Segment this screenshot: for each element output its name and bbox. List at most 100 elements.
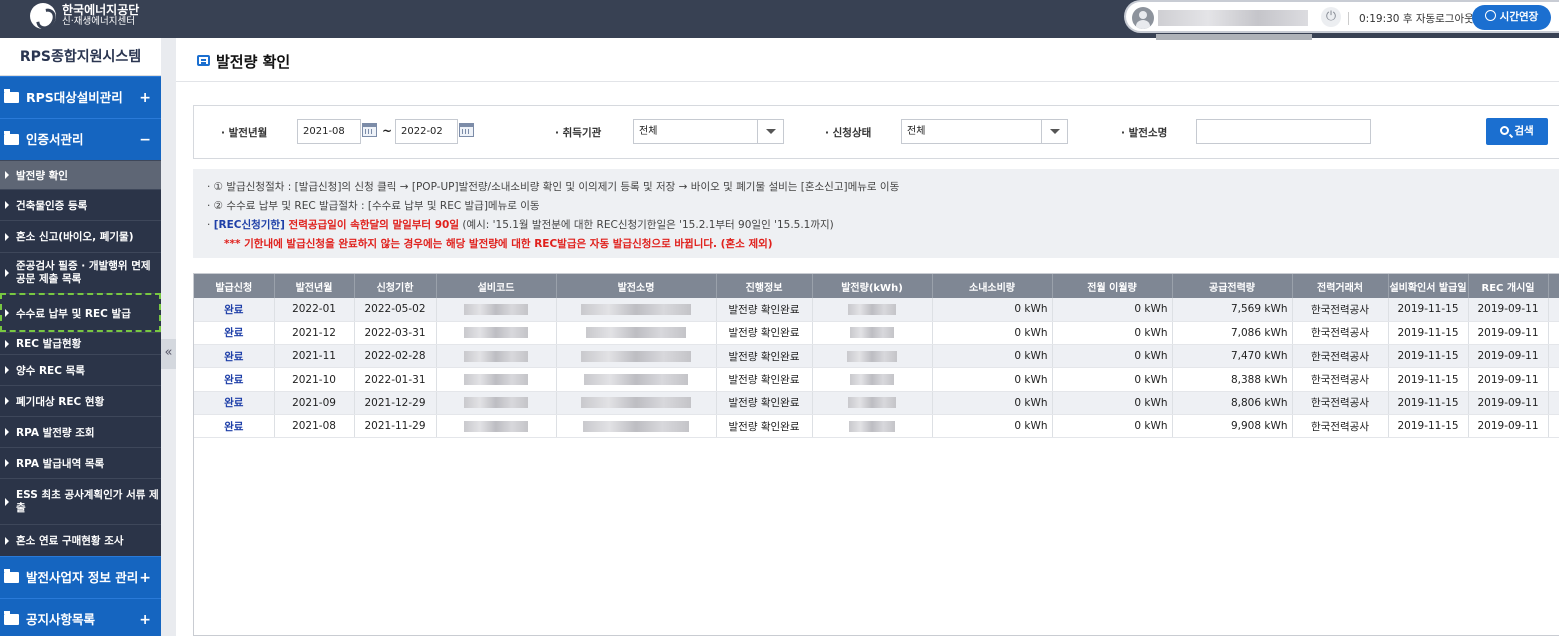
chevron-down-icon <box>757 120 783 143</box>
logout-power-icon[interactable]: ⏻ <box>1321 7 1341 27</box>
cell-gen-month: 2021-10 <box>274 367 355 392</box>
menu-rps-facility[interactable]: RPS대상설비관리 + <box>0 76 161 118</box>
arrow-right-icon <box>5 459 9 467</box>
org-label: · 취득기관 <box>555 127 602 139</box>
cell-generation-redacted <box>812 321 933 346</box>
extend-session-button[interactable]: 시간연장 <box>1472 5 1551 30</box>
cell-supply: 7,470 kWh <box>1172 344 1293 369</box>
cell-supply: 7,086 kWh <box>1172 321 1293 346</box>
expand-icon: + <box>139 570 151 586</box>
table-row: 완료 2021-09 2021-12-29 발전량 확인완료 0 kWh 0 kWh 8,8… <box>194 391 1559 415</box>
calendar-icon[interactable] <box>459 123 474 137</box>
sidebar-collapse-button[interactable]: « <box>161 339 176 369</box>
sidebar-item-fuel-purchase[interactable]: 혼소 연료 구매현황 조사 <box>0 524 161 556</box>
cell-carryover: 0 kWh <box>1052 367 1173 392</box>
search-button[interactable]: 검색 <box>1486 118 1548 145</box>
agency-logo-icon <box>30 3 56 29</box>
arrow-right-icon <box>5 397 9 405</box>
period-label: · 발전년월 <box>221 127 268 139</box>
cell-buyer: 한국전력공사 <box>1292 391 1389 415</box>
notice-line-3: · [REC신청기한] 전력공급일이 속한달의 말일부터 90일 (예시: '1… <box>207 219 834 231</box>
menu-certificate[interactable]: 인증서관리 − <box>0 118 161 160</box>
folder-icon <box>4 569 19 583</box>
sidebar-item-disposal-rec[interactable]: 폐기대상 REC 현황 <box>0 385 161 416</box>
cell-progress: 발전량 확인완료 <box>716 344 813 369</box>
col-header: 진행정보 <box>716 274 813 298</box>
col-header: 전월 이월량 <box>1052 274 1173 298</box>
status-select[interactable]: 전체 <box>901 119 1068 144</box>
org-select[interactable]: 전체 <box>633 119 784 144</box>
cell-rec-start: 2019-09-11 <box>1468 391 1549 415</box>
cell-buyer: 한국전력공사 <box>1292 367 1389 392</box>
cell-facility-code-redacted <box>436 298 557 322</box>
cell-deadline: 2021-11-29 <box>354 414 437 439</box>
cell-self-consumption: 0 kWh <box>932 344 1053 369</box>
sidebar-gutter <box>161 38 176 636</box>
cell-plant-name-redacted <box>556 298 717 322</box>
folder-icon <box>4 131 19 145</box>
sidebar-item-ess-docs[interactable]: ESS 최초 공사계획인가 서류 제출 <box>0 478 161 524</box>
cell-rec-start: 2019-09-11 <box>1468 414 1549 439</box>
sidebar-item-completion-docs[interactable]: 준공검사 필증 · 개발행위 면제 공문 제출 목록 <box>0 252 161 293</box>
cell-self-consumption: 0 kWh <box>932 367 1053 392</box>
search-panel: · 발전년월 2021-08 ~ 2022-02 · 취득기관 전체 · 신청상… <box>193 105 1559 159</box>
apply-status-link[interactable]: 완료 <box>194 414 275 439</box>
folder-icon <box>4 611 19 625</box>
sidebar-item-generation-check[interactable]: 발전량 확인 <box>0 160 161 189</box>
sidebar-item-rpa-issue-list[interactable]: RPA 발급내역 목록 <box>0 447 161 478</box>
arrow-right-icon <box>5 366 9 374</box>
cell-plant-name-redacted <box>556 391 717 415</box>
cell-carryover: 0 kWh <box>1052 298 1173 322</box>
cell-self-consumption: 0 kWh <box>932 391 1053 415</box>
notice-box: · ① 발급신청절차 : [발급신청]의 신청 클릭 → [POP-UP]발전량… <box>193 169 1559 258</box>
sidebar-item-building-cert[interactable]: 건축물인증 등록 <box>0 189 161 220</box>
cell-plant-name-redacted <box>556 344 717 369</box>
status-label: · 신청상태 <box>825 127 872 139</box>
cell-supply: 7,569 kWh <box>1172 298 1293 322</box>
cell-carryover: 0 kWh <box>1052 414 1173 439</box>
period-to-input[interactable]: 2022-02 <box>395 119 458 144</box>
cell-rec-start: 2019-09-11 <box>1468 298 1549 322</box>
sidebar-item-rec-status[interactable]: REC 발급현황 <box>0 332 161 354</box>
notice-line-1: · ① 발급신청절차 : [발급신청]의 신청 클릭 → [POP-UP]발전량… <box>207 181 900 193</box>
sidebar-item-cofiring-report[interactable]: 혼소 신고(바이오, 폐기물) <box>0 220 161 252</box>
cell-facility-code-redacted <box>436 367 557 392</box>
collapse-icon: − <box>139 132 151 148</box>
arrow-right-icon <box>5 497 9 506</box>
plant-name-input[interactable] <box>1196 119 1371 144</box>
cell-carryover: 0 kWh <box>1052 344 1173 369</box>
logo-title: 한국에너지공단 <box>62 3 140 17</box>
menu-notices[interactable]: 공지사항목록 + <box>0 598 161 636</box>
cell-facility-code-redacted <box>436 414 557 439</box>
sidebar-item-rpa-generation[interactable]: RPA 발전량 조회 <box>0 416 161 447</box>
cell-filler <box>1548 321 1559 346</box>
col-header: 신청기한 <box>354 274 437 298</box>
arrow-right-icon <box>5 339 9 348</box>
generation-table: 발급신청 발전년월 신청기한 설비코드 발전소명 진행정보 발전량(kWh) 소… <box>193 273 1559 636</box>
table-row: 완료 2022-01 2022-05-02 발전량 확인완료 0 kWh 0 kWh 7,5… <box>194 298 1559 322</box>
sidebar-item-transfer-rec[interactable]: 양수 REC 목록 <box>0 354 161 385</box>
agency-logo[interactable]: 한국에너지공단 신·재생에너지센터 <box>30 3 139 29</box>
arrow-right-icon <box>5 536 9 545</box>
apply-status-link[interactable]: 완료 <box>194 344 275 369</box>
apply-status-link[interactable]: 완료 <box>194 367 275 392</box>
cell-generation-redacted <box>812 391 933 415</box>
apply-status-link[interactable]: 완료 <box>194 298 275 322</box>
cell-supply: 8,388 kWh <box>1172 367 1293 392</box>
range-tilde: ~ <box>382 124 393 138</box>
cell-gen-month: 2022-01 <box>274 298 355 322</box>
arrow-right-icon <box>5 269 9 277</box>
cell-carryover: 0 kWh <box>1052 321 1173 346</box>
arrow-right-icon <box>5 232 9 241</box>
period-from-input[interactable]: 2021-08 <box>297 119 361 144</box>
apply-status-link[interactable]: 완료 <box>194 391 275 415</box>
col-header: 공급전력량 <box>1172 274 1293 298</box>
table-row: 완료 2021-08 2021-11-29 발전량 확인완료 0 kWh 0 kWh 9,9… <box>194 414 1559 439</box>
calendar-icon[interactable] <box>362 123 377 137</box>
expand-icon: + <box>139 612 151 628</box>
cell-filler <box>1548 344 1559 369</box>
menu-operator-info[interactable]: 발전사업자 정보 관리 + <box>0 556 161 598</box>
cell-gen-month: 2021-11 <box>274 344 355 369</box>
sidebar-item-fee-rec-issue[interactable]: 수수료 납부 및 REC 발급 <box>0 293 161 332</box>
apply-status-link[interactable]: 완료 <box>194 321 275 346</box>
